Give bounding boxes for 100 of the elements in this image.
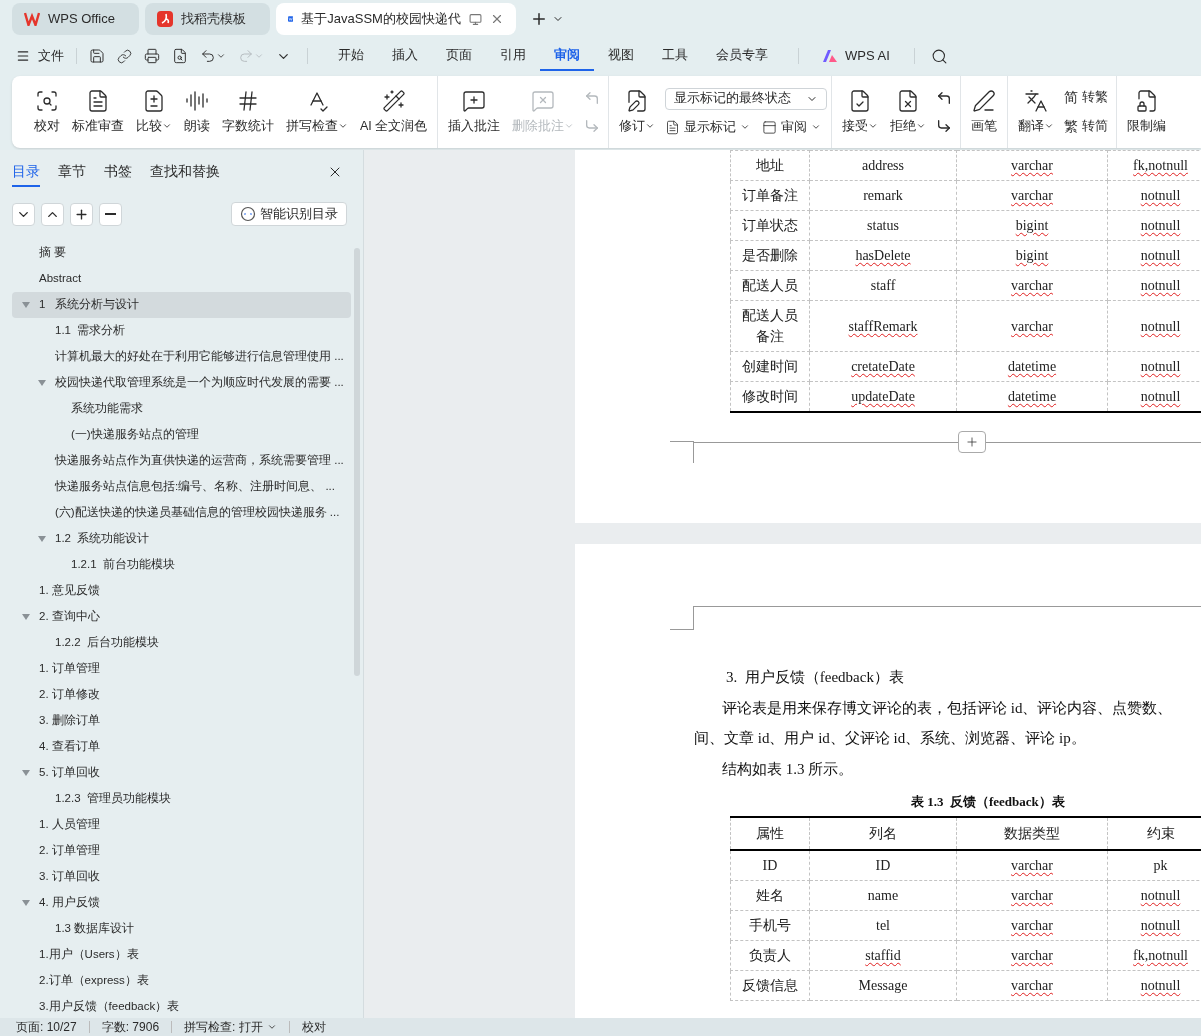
next-change-icon[interactable] (936, 118, 953, 134)
table-cell: Message (809, 970, 957, 1000)
spell-check-toggle[interactable]: 拼写检查: 打开 (184, 1018, 277, 1036)
outline-item[interactable]: 3. 订单回收 (12, 864, 351, 890)
expand-button[interactable] (41, 202, 64, 226)
window-tab[interactable]: WPS Office (12, 3, 139, 35)
undo-icon[interactable] (200, 48, 216, 64)
proofread-button[interactable]: 校对 (301, 1018, 326, 1036)
word-count-button[interactable]: 字数统计 (216, 84, 280, 140)
menu-tab[interactable]: 页面 (432, 41, 486, 71)
standard-review-icon (86, 88, 110, 113)
window-tab[interactable]: 找稻壳模板 (144, 3, 270, 35)
collapse-button[interactable] (12, 202, 35, 226)
window-tab[interactable]: 基于JavaSSM的校园快递代 (275, 3, 516, 35)
outline-item[interactable]: 快递服务站点信息包括:编号、名称、注册时间息、 ... (12, 474, 351, 500)
pen-button[interactable]: 画笔 (965, 84, 1004, 140)
markup-dropdown[interactable]: 显示标记的最终状态 (665, 87, 828, 110)
link-icon[interactable] (117, 48, 132, 64)
outline-item[interactable]: 1.1 需求分析 (12, 318, 351, 344)
outline-item[interactable]: 计算机最大的好处在于利用它能够进行信息管理使用 ... (12, 344, 351, 370)
menu-tab[interactable]: 会员专享 (702, 41, 782, 71)
outline-item[interactable]: 1.2.1 前台功能模块 (12, 552, 351, 578)
print-icon[interactable] (144, 48, 160, 64)
ai-polish-button[interactable]: AI 全文润色 (354, 84, 434, 140)
outline-item[interactable]: 1 系统分析与设计 (12, 292, 351, 318)
outline-item[interactable]: 1. 意见反馈 (12, 578, 351, 604)
file-menu[interactable]: 文件 (16, 46, 64, 66)
outline-item[interactable]: 2.订单（express）表 (12, 968, 351, 994)
caret-icon[interactable] (216, 51, 226, 61)
proofread-button[interactable]: 校对 (28, 84, 66, 140)
review-pane-button[interactable]: 审阅 (762, 117, 822, 137)
restrict-editing-button[interactable]: 限制编 (1121, 84, 1173, 140)
translate-button[interactable]: 翻译 (1012, 84, 1061, 140)
spell-check-button[interactable]: 拼写检查 (280, 84, 354, 140)
table-cell: staffRemark (809, 300, 957, 352)
table-cell: varchar (956, 849, 1108, 880)
convert-button[interactable]: 繁 转简 (1064, 116, 1109, 137)
outline-item[interactable]: 1. 人员管理 (12, 812, 351, 838)
outline-item[interactable]: 1.用户（Users）表 (12, 942, 351, 968)
read-aloud-button[interactable]: 朗读 (178, 84, 216, 140)
caret-icon (740, 122, 751, 132)
outline-item[interactable]: (一)快递服务站点的管理 (12, 422, 351, 448)
outline-item[interactable]: 校园快递代取管理系统是一个为顺应时代发展的需要 ... (12, 370, 351, 396)
menu-tab[interactable]: 开始 (324, 41, 378, 71)
logo-icon (24, 12, 40, 26)
outline-item[interactable]: 4. 用户反馈 (12, 890, 351, 916)
previous-change-icon[interactable] (936, 90, 953, 106)
track-changes-button[interactable]: 修订 (613, 84, 662, 140)
menu-tab[interactable]: 引用 (486, 41, 540, 71)
smart-toc-button[interactable]: 智能识别目录 (231, 202, 347, 226)
caret-icon (22, 613, 30, 621)
table-cell: 是否删除 (730, 240, 810, 271)
panel-tab[interactable]: 书签 (104, 157, 132, 187)
panel-tab[interactable]: 章节 (58, 157, 86, 187)
standard-review-button[interactable]: 标准审查 (66, 84, 130, 140)
caret-icon (564, 121, 575, 131)
outline-item[interactable]: 2. 订单修改 (12, 682, 351, 708)
menu-tab[interactable]: 视图 (594, 41, 648, 71)
outline-item[interactable]: 1.3 数据库设计 (12, 916, 351, 942)
outline-item[interactable]: 5. 订单回收 (12, 760, 351, 786)
print-preview-icon[interactable] (172, 48, 188, 64)
menu-tab[interactable]: 审阅 (540, 41, 594, 71)
caret-icon (38, 379, 46, 387)
outline-item[interactable]: 快递服务站点作为直供快递的运营商，系统需要管理 ... (12, 448, 351, 474)
wps-ai-button[interactable]: WPS AI (815, 46, 898, 66)
add-level-button[interactable] (70, 202, 93, 226)
compare-button[interactable]: 比较 (130, 84, 178, 140)
outline-item[interactable]: 系统功能需求 (12, 396, 351, 422)
remove-level-button[interactable] (99, 202, 122, 226)
table-cell: varchar (956, 880, 1108, 910)
search-icon[interactable] (930, 47, 948, 65)
outline-item[interactable]: 2. 查询中心 (12, 604, 351, 630)
show-markup-button[interactable]: 显示标记 (665, 117, 751, 137)
insert-comment-icon (462, 88, 487, 113)
insert-comment-button[interactable]: 插入批注 (442, 84, 507, 140)
table-cell: name (809, 880, 957, 910)
outline-item[interactable]: 4. 查看订单 (12, 734, 351, 760)
table-cell: 创建时间 (730, 351, 810, 382)
reject-button[interactable]: 拒绝 (884, 84, 933, 140)
menu-tab[interactable]: 工具 (648, 41, 702, 71)
convert-button[interactable]: 简 转繁 (1064, 87, 1109, 108)
accept-button[interactable]: 接受 (836, 84, 885, 140)
outline-item[interactable]: 2. 订单管理 (12, 838, 351, 864)
panel-tab[interactable]: 目录 (12, 157, 40, 187)
caret-icon (266, 1022, 277, 1032)
minus-icon (105, 213, 116, 215)
outline-item[interactable]: 3. 删除订单 (12, 708, 351, 734)
outline-item[interactable]: 1.2.2 后台功能模块 (12, 630, 351, 656)
outline-item[interactable]: Abstract (12, 266, 351, 292)
menu-tab[interactable]: 插入 (378, 41, 432, 71)
panel-tab[interactable]: 查找和替换 (150, 157, 220, 187)
outline-item[interactable]: 1.2 系统功能设计 (12, 526, 351, 552)
caret-icon (811, 122, 822, 132)
outline-item[interactable]: 3.用户反馈（feedback）表 (12, 994, 351, 1018)
outline-item[interactable]: 摘 要 (12, 240, 351, 266)
outline-item[interactable]: 1.2.3 管理员功能模块 (12, 786, 351, 812)
table-cell: 手机号 (730, 910, 810, 940)
save-icon[interactable] (89, 48, 105, 64)
outline-item[interactable]: 1. 订单管理 (12, 656, 351, 682)
outline-item[interactable]: (六)配送快递的快递员基础信息的管理校园快递服务 ... (12, 500, 351, 526)
